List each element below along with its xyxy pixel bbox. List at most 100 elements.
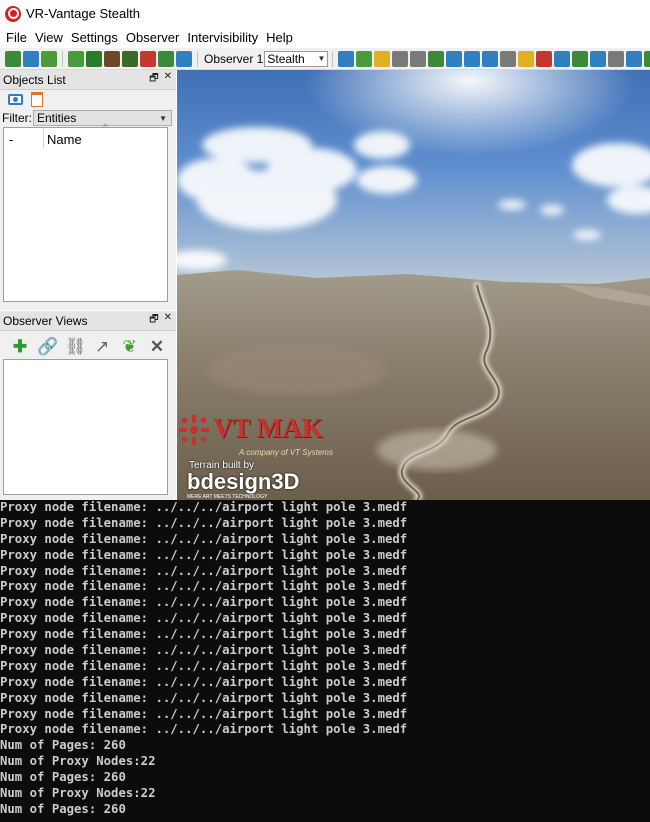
filter-row: Filter: Entities ▼ (2, 110, 172, 126)
float-panel-icon[interactable]: 🗗 (149, 312, 158, 329)
console-line: Proxy node filename: ../../../airport li… (0, 547, 408, 562)
console-line: Proxy node filename: ../../../airport li… (0, 531, 408, 546)
console-line: Proxy node filename: ../../../airport li… (0, 690, 408, 705)
console-line: Num of Pages: 260 (0, 738, 126, 753)
observer-mode-select[interactable]: Stealth ▼ (264, 50, 329, 67)
measure-icon[interactable] (554, 50, 571, 67)
close-icon[interactable]: ✕ (164, 71, 172, 88)
objects-list-header: ^ - Name (4, 123, 167, 150)
column-header-name[interactable]: Name (44, 132, 82, 147)
main-toolbar: Observer 1 Stealth ▼ (0, 48, 650, 70)
orbit-icon[interactable] (374, 50, 391, 67)
landscape-view-icon[interactable] (41, 50, 57, 67)
objects-tabs (8, 90, 43, 108)
chevron-down-icon: ▼ (159, 113, 167, 123)
terrain-icon[interactable] (428, 50, 445, 67)
logo-overlay: VT MAK A company of VT Systems Terrain b… (179, 410, 339, 500)
delete-view-icon[interactable]: ✕ (147, 337, 167, 357)
tab-observer-icon[interactable] (8, 93, 23, 105)
update-view-icon[interactable]: ❦ (120, 337, 140, 357)
refresh-icon[interactable] (176, 50, 192, 67)
camera-icon[interactable] (482, 50, 499, 67)
menu-settings[interactable]: Settings (67, 30, 122, 45)
filter-label: Filter: (2, 111, 32, 125)
console-line: Num of Pages: 260 (0, 801, 126, 816)
console-line: Proxy node filename: ../../../airport li… (0, 627, 408, 642)
close-icon[interactable]: ✕ (164, 312, 172, 329)
move-entity-icon[interactable] (122, 50, 138, 67)
chart-icon[interactable] (500, 50, 517, 67)
go-to-view-icon[interactable]: ↗ (92, 337, 112, 357)
console-line: Proxy node filename: ../../../airport li… (0, 643, 408, 658)
float-panel-icon[interactable]: 🗗 (149, 71, 158, 88)
person-icon[interactable] (644, 50, 650, 67)
observer-views-toolbar: ✚ 🔗 ⛓ ↗ ❦ ✕ (6, 336, 171, 358)
attach-entity-icon[interactable] (104, 50, 120, 67)
path-icon[interactable] (590, 50, 607, 67)
console-line: Proxy node filename: ../../../airport li… (0, 674, 408, 689)
effects-icon[interactable] (536, 50, 553, 67)
console-line: Proxy node filename: ../../../airport li… (0, 722, 408, 737)
objects-panel-title: Objects List (3, 72, 66, 87)
observer-views-header: Observer Views 🗗 ✕ (0, 311, 176, 331)
console-line: Num of Proxy Nodes:22 (0, 786, 156, 801)
console-line: Proxy node filename: ../../../airport li… (0, 595, 408, 610)
grid-icon[interactable] (392, 50, 409, 67)
console-line: Proxy node filename: ../../../airport li… (0, 563, 408, 578)
toolbar-separator (332, 50, 334, 67)
console-line: Proxy node filename: ../../../airport li… (0, 500, 408, 514)
vtmak-logo-icon (179, 415, 209, 445)
viewport-icon[interactable] (446, 50, 463, 67)
console-line: Proxy node filename: ../../../airport li… (0, 706, 408, 721)
menu-help[interactable]: Help (262, 30, 297, 45)
sort-caret-icon: ^ (103, 123, 108, 134)
vtmak-logo: VT MAK (213, 413, 323, 443)
menu-bar: File View Settings Observer Intervisibil… (0, 27, 650, 48)
console-line: Proxy node filename: ../../../airport li… (0, 515, 408, 530)
observer-mode-value: Stealth (267, 51, 305, 66)
entity-properties-icon[interactable] (158, 50, 174, 67)
chevron-down-icon: ▼ (317, 54, 326, 63)
menu-observer[interactable]: Observer (122, 30, 183, 45)
lock-icon[interactable] (626, 50, 643, 67)
app-icon (5, 5, 21, 22)
menu-intervisibility[interactable]: Intervisibility (183, 30, 262, 45)
title-bar: VR-Vantage Stealth (0, 0, 650, 27)
console-line: Proxy node filename: ../../../airport li… (0, 611, 408, 626)
menu-view[interactable]: View (31, 30, 67, 45)
console-line: Num of Proxy Nodes:22 (0, 754, 156, 769)
objects-panel-header: Objects List 🗗 ✕ (0, 70, 176, 90)
bdesign-logo: bdesign3D (187, 469, 300, 494)
create-entity-icon[interactable] (68, 50, 84, 67)
console-line: Proxy node filename: ../../../airport li… (0, 579, 408, 594)
sky-view-icon[interactable] (23, 50, 39, 67)
fly-mode-icon[interactable] (338, 50, 355, 67)
console-output[interactable]: Proxy node filename: ../../../airport li… (0, 500, 650, 822)
tether-icon[interactable] (356, 50, 373, 67)
add-view-icon[interactable]: ✚ (10, 337, 30, 357)
delete-entity-icon[interactable] (140, 50, 156, 67)
observer-views-title: Observer Views (3, 313, 88, 328)
vtmak-subtitle: A company of VT Systems (239, 448, 333, 457)
objects-list[interactable]: ^ - Name (3, 123, 168, 302)
satellite-icon[interactable] (464, 50, 481, 67)
terrain-view-icon[interactable] (5, 50, 21, 67)
filter-value: Entities (37, 111, 77, 125)
tab-document-icon[interactable] (31, 91, 43, 107)
compass-icon[interactable] (410, 50, 427, 67)
menu-file[interactable]: File (2, 30, 31, 45)
create-group-icon[interactable] (86, 50, 102, 67)
console-line: Proxy node filename: ../../../airport li… (0, 658, 408, 673)
observer-views-list[interactable] (3, 359, 168, 495)
lightbulb-icon[interactable] (518, 50, 535, 67)
toolbar-separator (197, 50, 198, 67)
pencil-icon[interactable] (608, 50, 625, 67)
unlink-icon[interactable]: ⛓ (65, 337, 87, 357)
window-title: VR-Vantage Stealth (26, 6, 140, 21)
observer-label: Observer 1 (204, 51, 264, 66)
route-icon[interactable] (572, 50, 589, 67)
console-line: Num of Pages: 260 (0, 770, 126, 785)
toolbar-separator (62, 50, 63, 67)
column-header-status[interactable]: - (4, 129, 44, 149)
link-icon[interactable]: 🔗 (37, 337, 58, 357)
